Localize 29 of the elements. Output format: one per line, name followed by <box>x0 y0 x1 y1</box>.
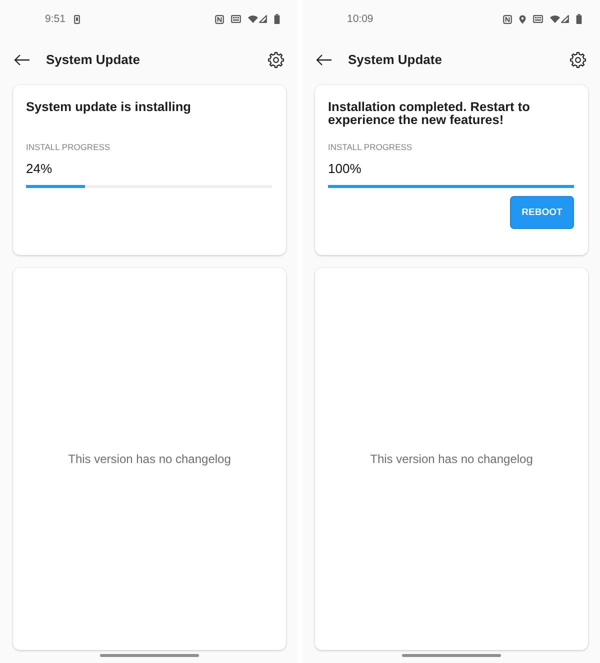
status-time: 9:51 <box>45 13 66 25</box>
changelog-message: This version has no changelog <box>68 452 231 466</box>
update-status-title: System update is installing <box>26 100 192 116</box>
update-status-title: Installation completed. Restart to experience the new features! <box>328 100 531 126</box>
reboot-button[interactable]: REBOOT <box>510 196 574 229</box>
nfc-icon <box>503 14 512 24</box>
location-pin-icon <box>519 14 526 24</box>
back-arrow-icon[interactable] <box>316 54 332 66</box>
progress-percent: 100% <box>328 161 362 177</box>
battery-icon <box>576 14 582 24</box>
progress-label: INSTALL PROGRESS <box>328 141 414 153</box>
wifi-icon <box>550 15 560 23</box>
progress-label: INSTALL PROGRESS <box>26 141 112 153</box>
status-time: 10:09 <box>347 13 374 25</box>
back-arrow-icon[interactable] <box>14 54 30 66</box>
battery-icon <box>274 14 280 24</box>
toolbar-title: System Update <box>348 52 442 68</box>
settings-icon[interactable] <box>268 52 284 68</box>
settings-icon[interactable] <box>570 52 586 68</box>
changelog-message: This version has no changelog <box>370 452 533 466</box>
signal-icon <box>561 15 569 23</box>
toolbar-title: System Update <box>46 52 140 68</box>
nfc-icon <box>215 14 224 24</box>
keyboard-icon <box>231 15 241 23</box>
keyboard-icon <box>533 15 543 23</box>
phone-icon <box>74 14 80 24</box>
progress-percent: 24% <box>26 161 54 177</box>
wifi-icon <box>248 15 258 23</box>
signal-icon <box>259 15 267 23</box>
